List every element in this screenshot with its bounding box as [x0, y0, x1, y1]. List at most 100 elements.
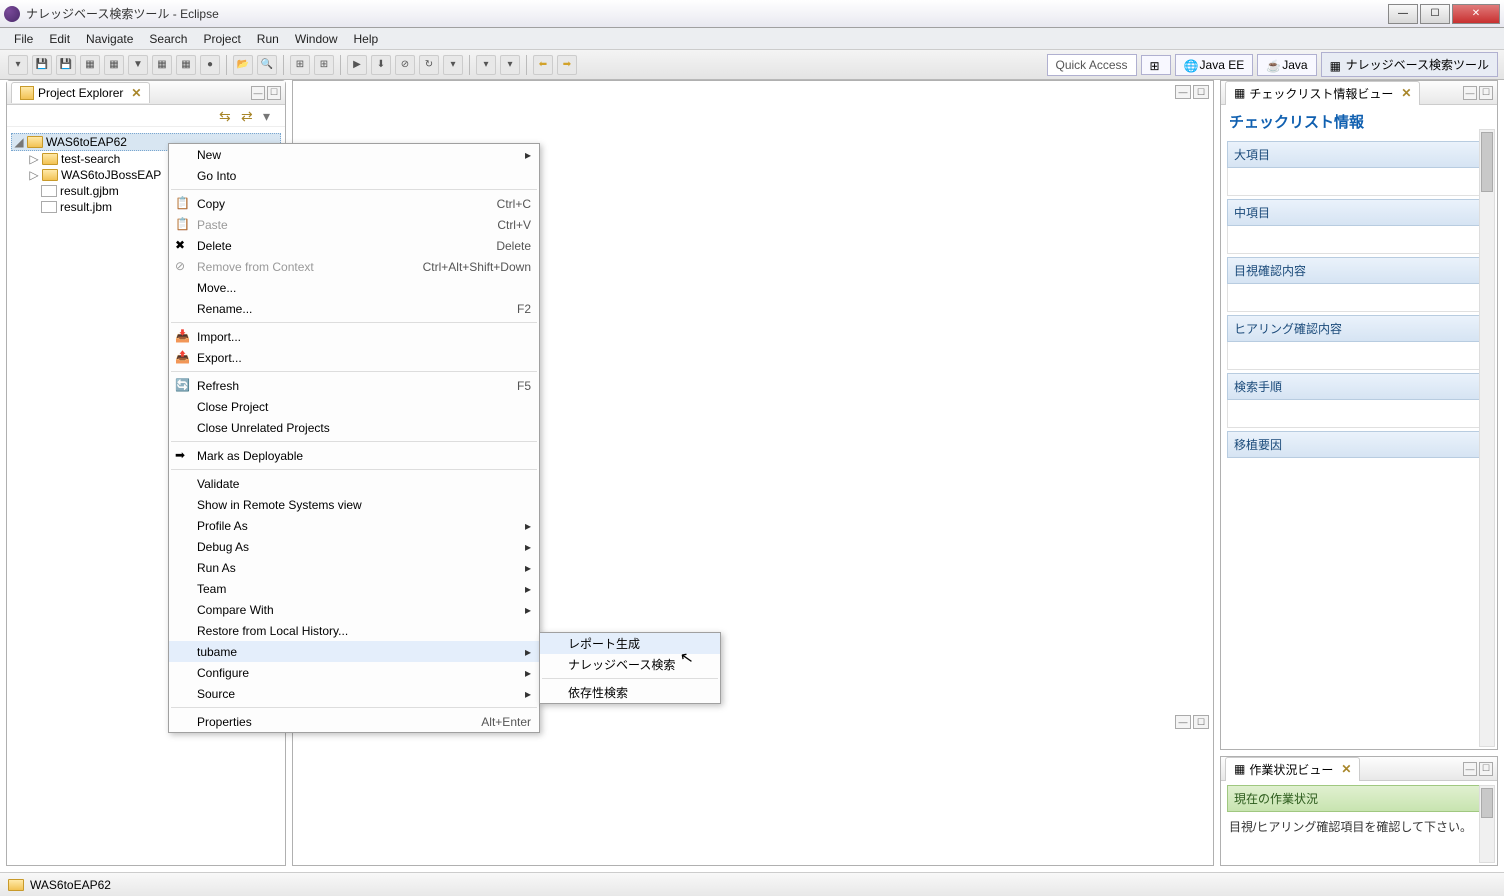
scrollbar[interactable] [1479, 129, 1495, 747]
tool-icon[interactable]: ▾ [443, 55, 463, 75]
section-header[interactable]: 大項目 [1227, 141, 1491, 168]
context-menu-item[interactable]: ➡Mark as Deployable [169, 445, 539, 466]
tool-icon[interactable]: ▦ [152, 55, 172, 75]
maximize-view-icon[interactable]: ☐ [1193, 715, 1209, 729]
close-icon[interactable]: ✕ [1341, 762, 1351, 776]
context-menu-item[interactable]: Move... [169, 277, 539, 298]
menu-project[interactable]: Project [195, 30, 248, 48]
section-header[interactable]: 目視確認内容 [1227, 257, 1491, 284]
context-menu-item[interactable]: Team▸ [169, 578, 539, 599]
scroll-thumb[interactable] [1481, 788, 1493, 818]
quick-access[interactable]: Quick Access [1047, 54, 1137, 76]
expand-icon[interactable]: ▷ [29, 152, 39, 166]
tool-icon[interactable]: ▦ [104, 55, 124, 75]
collapse-icon[interactable]: ◢ [14, 135, 24, 149]
tool-icon[interactable]: ▾ [476, 55, 496, 75]
filter-icon[interactable]: ▼ [128, 55, 148, 75]
context-menu-item[interactable]: Run As▸ [169, 557, 539, 578]
menu-window[interactable]: Window [287, 30, 346, 48]
context-menu-item[interactable]: Go Into [169, 165, 539, 186]
menu-run[interactable]: Run [249, 30, 287, 48]
minimize-button[interactable]: — [1388, 4, 1418, 24]
menu-file[interactable]: File [6, 30, 41, 48]
context-menu-item[interactable]: Compare With▸ [169, 599, 539, 620]
context-menu-item[interactable]: レポート生成 [540, 633, 720, 654]
context-menu-item[interactable]: ⊘Remove from ContextCtrl+Alt+Shift+Down [169, 256, 539, 277]
tool-icon[interactable]: ▦ [176, 55, 196, 75]
context-menu-item[interactable]: Close Project [169, 396, 539, 417]
section-header[interactable]: 中項目 [1227, 199, 1491, 226]
perspective-switcher[interactable]: ⊞ [1141, 55, 1171, 75]
view-menu-icon[interactable]: ▾ [263, 108, 279, 124]
context-menu-item[interactable]: Rename...F2 [169, 298, 539, 319]
back-icon[interactable]: ⬅ [533, 55, 553, 75]
run-icon[interactable]: ▶ [347, 55, 367, 75]
section-header[interactable]: ヒアリング確認内容 [1227, 315, 1491, 342]
tool-icon[interactable]: ⊞ [314, 55, 334, 75]
search-icon[interactable]: 🔍 [257, 55, 277, 75]
forward-icon[interactable]: ➡ [557, 55, 577, 75]
minimize-view-icon[interactable]: — [1463, 762, 1477, 776]
close-icon[interactable]: ✕ [1401, 86, 1411, 100]
tool-icon[interactable]: ⊞ [290, 55, 310, 75]
tool-icon[interactable]: ● [200, 55, 220, 75]
menu-help[interactable]: Help [346, 30, 387, 48]
expand-icon[interactable]: ▷ [29, 168, 39, 182]
menu-search[interactable]: Search [141, 30, 195, 48]
context-menu-item[interactable]: Configure▸ [169, 662, 539, 683]
close-button[interactable]: ✕ [1452, 4, 1500, 24]
context-menu-item[interactable]: 📤Export... [169, 347, 539, 368]
maximize-button[interactable]: ☐ [1420, 4, 1450, 24]
minimize-view-icon[interactable]: — [1175, 85, 1191, 99]
link-editor-icon[interactable]: ⇄ [241, 108, 257, 124]
checklist-tab[interactable]: ▦ チェックリスト情報ビュー ✕ [1225, 81, 1420, 105]
workstatus-tab[interactable]: ▦ 作業状況ビュー ✕ [1225, 757, 1360, 781]
menu-edit[interactable]: Edit [41, 30, 78, 48]
folder-icon [42, 153, 58, 165]
perspective-java[interactable]: ☕Java [1257, 54, 1316, 76]
debug-icon[interactable]: ⬇ [371, 55, 391, 75]
context-menu-item[interactable]: New▸ [169, 144, 539, 165]
section-header[interactable]: 移植要因 [1227, 431, 1491, 458]
context-menu-item[interactable]: Show in Remote Systems view [169, 494, 539, 515]
open-icon[interactable]: 📂 [233, 55, 253, 75]
collapse-all-icon[interactable]: ⇆ [219, 108, 235, 124]
maximize-view-icon[interactable]: ☐ [1479, 86, 1493, 100]
context-menu-item[interactable]: PropertiesAlt+Enter [169, 711, 539, 732]
context-menu-item[interactable]: 📋CopyCtrl+C [169, 193, 539, 214]
menu-navigate[interactable]: Navigate [78, 30, 141, 48]
context-menu-item[interactable]: ✖DeleteDelete [169, 235, 539, 256]
context-menu-item[interactable]: Profile As▸ [169, 515, 539, 536]
context-menu-item[interactable]: tubame▸ [169, 641, 539, 662]
context-menu-item[interactable]: Debug As▸ [169, 536, 539, 557]
perspective-knowledge[interactable]: ▦ナレッジベース検索ツール [1321, 52, 1498, 77]
context-menu-item[interactable]: Validate [169, 473, 539, 494]
close-icon[interactable]: ✕ [131, 86, 141, 100]
context-menu-item[interactable]: Source▸ [169, 683, 539, 704]
context-menu-item[interactable]: 🔄RefreshF5 [169, 375, 539, 396]
save-all-icon[interactable]: 💾 [56, 55, 76, 75]
stop-icon[interactable]: ⊘ [395, 55, 415, 75]
context-menu-item[interactable]: 📋PasteCtrl+V [169, 214, 539, 235]
context-menu-item[interactable]: 📥Import... [169, 326, 539, 347]
section-header[interactable]: 検索手順 [1227, 373, 1491, 400]
minimize-view-icon[interactable]: — [1463, 86, 1477, 100]
context-menu-item[interactable]: Restore from Local History... [169, 620, 539, 641]
tool-icon[interactable]: ▾ [500, 55, 520, 75]
context-menu-item[interactable]: Close Unrelated Projects [169, 417, 539, 438]
minimize-view-icon[interactable]: — [251, 86, 265, 100]
maximize-view-icon[interactable]: ☐ [1193, 85, 1209, 99]
workstatus-message: 目視/ヒアリング確認項目を確認して下さい。 [1221, 814, 1497, 839]
scrollbar[interactable] [1479, 785, 1495, 863]
new-icon[interactable]: ▾ [8, 55, 28, 75]
project-explorer-tab[interactable]: Project Explorer ✕ [11, 82, 150, 103]
scroll-thumb[interactable] [1481, 132, 1493, 192]
context-menu-item[interactable]: 依存性検索 [540, 682, 720, 703]
tool-icon[interactable]: ▦ [80, 55, 100, 75]
minimize-view-icon[interactable]: — [1175, 715, 1191, 729]
perspective-javaee[interactable]: 🌐Java EE [1175, 54, 1254, 76]
maximize-view-icon[interactable]: ☐ [267, 86, 281, 100]
tool-icon[interactable]: ↻ [419, 55, 439, 75]
maximize-view-icon[interactable]: ☐ [1479, 762, 1493, 776]
save-icon[interactable]: 💾 [32, 55, 52, 75]
